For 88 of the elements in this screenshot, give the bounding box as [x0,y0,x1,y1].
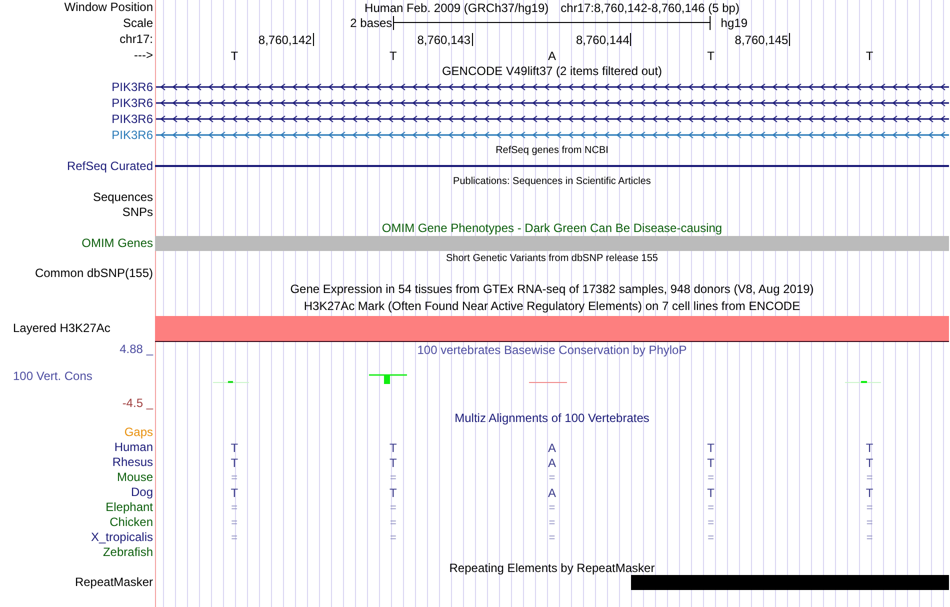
track-label: Window Position [64,0,154,15]
alignment-base: = [548,516,556,530]
alignment-base: = [708,500,714,514]
alignment-base: T [707,486,714,500]
track-label[interactable]: Common dbSNP(155) [34,266,155,281]
track-label[interactable]: Human [114,440,155,455]
alignment-base: = [231,500,238,514]
track-title: RefSeq genes from NCBI [496,144,608,158]
alignment-base: = [548,470,556,484]
ruler-tick [312,33,314,46]
alignment-base: T [390,486,397,500]
track-label[interactable]: Zebrafish [102,545,155,560]
alignment-base: T [866,440,874,454]
track-label[interactable]: Layered H3K27Ac [0,320,112,336]
alignment-base: = [231,470,238,484]
track-title: 100 vertebrates Basewise Conservation by PhyloP [417,342,687,358]
dna-base: A [548,48,556,62]
alignment-base: T [390,456,397,470]
alignment-base: A [548,486,556,500]
track-label[interactable]: X_tropicalis [90,530,155,545]
strand-label: ---> [134,48,154,63]
track-label[interactable]: PIK3R6 [112,112,155,126]
ruler-tick-label: 8,760,145 [734,32,790,46]
track-label[interactable]: Elephant [106,500,155,515]
track-label[interactable]: 100 Vert. Cons [0,369,92,383]
alignment-base: T [866,456,874,470]
track-label[interactable]: Sequences [92,190,155,205]
track-label[interactable]: PIK3R6 [112,128,155,142]
ruler-tick-label: 8,760,142 [258,32,313,46]
alignment-base: = [708,470,714,484]
ruler-tick-label: 8,760,144 [576,32,630,46]
alignment-base: T [390,440,397,454]
alignment-base: = [548,500,556,514]
scale-text: 2 bases [350,16,394,30]
track-label[interactable]: Dog [130,485,155,500]
track-label[interactable]: OMIM Genes [82,236,155,251]
dna-base: T [390,48,397,62]
track-label[interactable]: Chicken [110,515,155,530]
alignment-base: A [548,440,556,454]
ruler-tick-label: 8,760,143 [417,32,472,46]
ruler-tick [472,33,473,46]
position-text: chr17:8,760,142-8,760,146 (5 bp) [560,0,740,14]
track-title: GENCODE V49lift37 (2 items filtered out) [442,64,662,78]
track-title: Publications: Sequences in Scientific Articles [453,175,651,189]
alignment-base: = [866,530,873,544]
track-title: H3K27Ac Mark (Often Found Near Active Regulatory Elements) on 7 cell lines from ENCODE [304,298,800,312]
alignment-base: T [230,486,238,500]
track-title: Repeating Elements by RepeatMasker [449,560,655,574]
dna-base: T [866,48,874,62]
alignment-base: = [548,530,556,544]
track-title: Gene Expression in 54 tissues from GTEx RNA-seq of 17382 samples, 948 donors (V8, Aug 2019) [290,282,814,296]
alignment-base: T [230,440,238,454]
track-label[interactable]: Mouse [116,470,155,485]
alignment-base: = [866,470,873,484]
dna-base: T [230,48,238,62]
ruler-tick [630,33,632,46]
alignment-base: = [708,530,714,544]
track-label[interactable]: RefSeq Curated [66,158,155,174]
alignment-base: = [708,516,714,530]
assembly-text: hg19 [720,16,748,30]
axis-min-label: -4.5 _ [122,396,154,410]
track-label[interactable]: RepeatMasker [74,575,155,590]
alignment-base: = [390,470,396,484]
alignment-base: T [707,456,714,470]
alignment-base: T [707,440,714,454]
track-title: OMIM Gene Phenotypes - Dark Green Can Be Disease-causing [382,221,722,235]
dna-base: T [707,48,714,62]
track-label: chr17: [120,32,154,47]
track-label[interactable]: PIK3R6 [112,80,155,94]
alignment-base: = [231,516,238,530]
alignment-base: T [230,456,238,470]
track-label[interactable]: PIK3R6 [112,96,155,110]
track-title: Multiz Alignments of 100 Vertebrates [454,410,650,424]
ruler-tick [789,33,790,46]
alignment-base: T [866,486,874,500]
assembly-text: Human Feb. 2009 (GRCh37/hg19) [364,0,549,14]
alignment-base: = [390,500,396,514]
alignment-base: A [548,456,556,470]
alignment-base: = [866,500,873,514]
track-label[interactable]: Rhesus [112,455,155,470]
alignment-base: = [390,516,396,530]
track-label: Scale [122,16,154,30]
alignment-base: = [231,530,238,544]
axis-max-label: 4.88 _ [120,342,154,356]
alignment-base: = [866,516,873,530]
alignment-base: = [390,530,396,544]
track-label[interactable]: SNPs [122,205,155,220]
track-title: Short Genetic Variants from dbSNP release 155 [446,252,658,266]
